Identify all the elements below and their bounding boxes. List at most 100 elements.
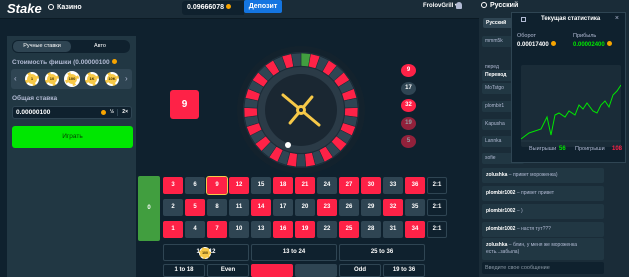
total-bet-label: Общая ставка bbox=[12, 95, 58, 102]
cell-number[interactable]: 25 bbox=[339, 221, 359, 238]
language-selector[interactable]: Русский bbox=[481, 0, 518, 12]
cell-number[interactable]: 2 bbox=[163, 199, 183, 216]
profit-amount: 0.00002400 bbox=[573, 42, 605, 48]
profit-value: 0.00002400 bbox=[573, 41, 612, 48]
play-button[interactable]: Играть bbox=[12, 126, 133, 148]
chat-user[interactable]: plombir1002 bbox=[486, 190, 515, 196]
cell-number[interactable]: 3 bbox=[163, 177, 183, 194]
dozen-3[interactable]: 25 to 36 bbox=[339, 244, 425, 261]
history-item: 32 bbox=[401, 99, 416, 112]
last-result-badge: 9 bbox=[170, 90, 199, 119]
cell-number[interactable]: 18 bbox=[273, 177, 293, 194]
bell-icon[interactable] bbox=[456, 2, 462, 9]
cell-number[interactable]: 21 bbox=[295, 177, 315, 194]
turnover-amount: 0.00017400 bbox=[517, 42, 549, 48]
cell-number[interactable]: 14 bbox=[251, 199, 271, 216]
stake-logo[interactable]: Stake bbox=[7, 1, 42, 16]
chat-message: plombir1002 – настя тут??? bbox=[482, 222, 604, 237]
bet-black[interactable] bbox=[295, 264, 337, 277]
bet-mode-tabs: Ручные ставки Авто bbox=[12, 40, 130, 53]
cell-number[interactable]: 36 bbox=[405, 177, 425, 194]
cell-number[interactable]: 20 bbox=[295, 199, 315, 216]
chat-user[interactable]: zolushka bbox=[486, 242, 507, 248]
coin-icon bbox=[550, 41, 556, 46]
cell-number[interactable]: 35 bbox=[405, 199, 425, 216]
cell-number[interactable]: 28 bbox=[361, 221, 381, 238]
history-item: 17 bbox=[401, 82, 416, 95]
tab-manual[interactable]: Ручные ставки bbox=[13, 41, 71, 52]
total-bet-value: 0.00000100 bbox=[16, 109, 51, 116]
chip-10k[interactable]: 10K bbox=[105, 72, 119, 86]
casino-link[interactable]: Казино bbox=[48, 0, 82, 16]
history-item: 19 bbox=[401, 117, 416, 130]
bet-1-18[interactable]: 1 to 18 bbox=[163, 264, 205, 277]
chat-user[interactable]: plombir1002 bbox=[486, 226, 515, 232]
close-icon[interactable]: × bbox=[615, 15, 619, 22]
cell-number[interactable]: 1 bbox=[163, 221, 183, 238]
cell-number[interactable]: 31 bbox=[383, 221, 403, 238]
bet-odd[interactable]: Odd bbox=[339, 264, 381, 277]
bet-even[interactable]: Even bbox=[207, 264, 249, 277]
wallet-balance[interactable]: 0.09666078 bbox=[182, 1, 244, 15]
cell-number[interactable]: 8 bbox=[207, 199, 227, 216]
cell-number[interactable]: 30 bbox=[361, 177, 381, 194]
tab-auto[interactable]: Авто bbox=[71, 41, 129, 52]
cell-number[interactable]: 6 bbox=[185, 177, 205, 194]
wins-label: Выигрыши bbox=[529, 146, 557, 152]
turnover-label: Оборот bbox=[517, 33, 537, 39]
column-bet[interactable]: 2:1 bbox=[427, 221, 447, 238]
column-bet[interactable]: 2:1 bbox=[427, 177, 447, 194]
cell-number[interactable]: 27 bbox=[339, 177, 359, 194]
language-label: Русский bbox=[490, 2, 519, 9]
turnover-value: 0.00017400 bbox=[517, 41, 556, 48]
cell-number[interactable]: 32 bbox=[383, 199, 403, 216]
bet-panel: Ручные ставки Авто Стоимость фишки (0.00… bbox=[7, 36, 136, 277]
chat-text: – настя тут??? bbox=[515, 226, 551, 232]
chip-100[interactable]: 100 bbox=[65, 72, 79, 86]
coin-icon bbox=[606, 41, 612, 46]
bet-19-36[interactable]: 19 to 36 bbox=[383, 264, 425, 277]
column-bet[interactable]: 2:1 bbox=[427, 199, 447, 216]
cell-number[interactable]: 4 bbox=[185, 221, 205, 238]
cell-number[interactable]: 17 bbox=[273, 199, 293, 216]
half-button[interactable]: ½ bbox=[110, 107, 114, 118]
cell-number[interactable]: 26 bbox=[339, 199, 359, 216]
deposit-button[interactable]: Депозит bbox=[244, 0, 282, 13]
cell-number[interactable]: 5 bbox=[185, 199, 205, 216]
balance-value: 0.09666078 bbox=[187, 4, 224, 11]
total-bet-field[interactable]: 0.00000100 ½ 2× bbox=[12, 106, 132, 119]
wins-value: 56 bbox=[559, 146, 566, 152]
cell-number[interactable]: 10 bbox=[229, 221, 249, 238]
chat-user[interactable]: plombir1002 bbox=[486, 208, 515, 214]
coin-icon bbox=[111, 59, 117, 64]
double-button[interactable]: 2× bbox=[122, 107, 128, 118]
chevron-right-icon[interactable]: › bbox=[125, 74, 128, 83]
cell-number[interactable]: 29 bbox=[361, 199, 381, 216]
chip-1[interactable]: 1 bbox=[25, 72, 39, 86]
cell-zero[interactable]: 0 bbox=[138, 176, 160, 241]
cell-number[interactable]: 9 bbox=[206, 176, 228, 195]
username[interactable]: FrolovGrill ▾ bbox=[423, 0, 458, 12]
cell-number[interactable]: 24 bbox=[317, 177, 337, 194]
chat-user[interactable]: zolushka bbox=[486, 172, 507, 178]
chevron-left-icon[interactable]: ‹ bbox=[14, 74, 17, 83]
cell-number[interactable]: 34 bbox=[405, 221, 425, 238]
dozen-2[interactable]: 13 to 24 bbox=[251, 244, 337, 261]
bet-red[interactable] bbox=[251, 264, 293, 277]
cell-number[interactable]: 23 bbox=[317, 199, 337, 216]
cell-number[interactable]: 16 bbox=[273, 221, 293, 238]
stats-icon bbox=[521, 17, 526, 22]
cell-number[interactable]: 7 bbox=[207, 221, 227, 238]
wheel-pocket bbox=[243, 107, 258, 118]
stats-title[interactable]: Текущая статистика bbox=[541, 16, 600, 22]
chip-1k[interactable]: 1K bbox=[85, 72, 99, 86]
cell-number[interactable]: 22 bbox=[317, 221, 337, 238]
cell-number[interactable]: 19 bbox=[295, 221, 315, 238]
cell-number[interactable]: 15 bbox=[251, 177, 271, 194]
cell-number[interactable]: 33 bbox=[383, 177, 403, 194]
chat-input[interactable]: Введите свое сообщение bbox=[482, 262, 604, 274]
cell-number[interactable]: 12 bbox=[229, 177, 249, 194]
cell-number[interactable]: 11 bbox=[229, 199, 249, 216]
chip-10[interactable]: 10 bbox=[45, 72, 59, 86]
cell-number[interactable]: 13 bbox=[251, 221, 271, 238]
